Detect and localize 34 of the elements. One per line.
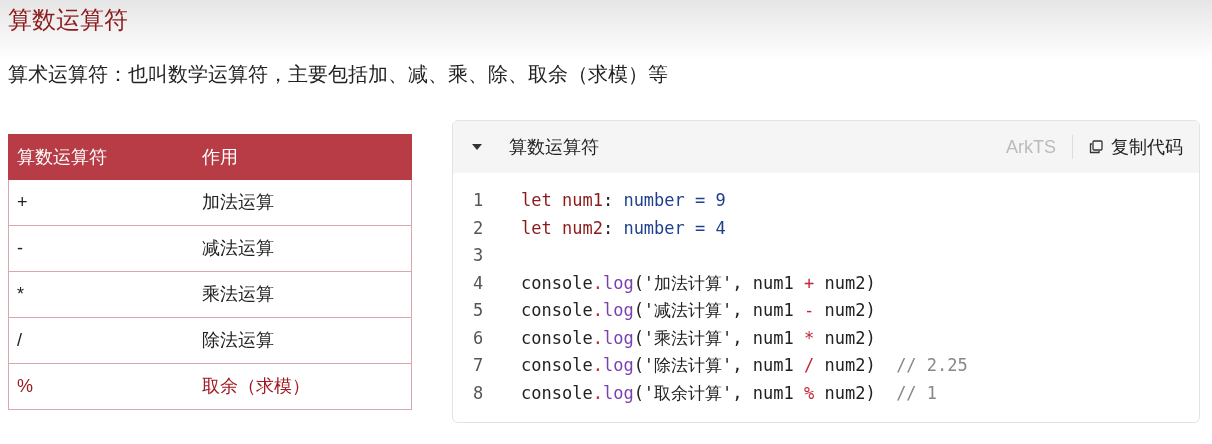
line-number: 5 bbox=[473, 299, 485, 322]
code-line: let num1: number = 9 bbox=[521, 189, 726, 212]
table-cell: % bbox=[8, 363, 194, 410]
table-cell: 加法运算 bbox=[193, 179, 412, 226]
code-line: console.log('乘法计算', num1 * num2) bbox=[521, 326, 876, 350]
line-number: 2 bbox=[473, 216, 485, 240]
line-number: 6 bbox=[473, 326, 485, 350]
copy-code-button[interactable]: 复制代码 bbox=[1089, 133, 1183, 161]
table-header-cell: 作用 bbox=[193, 134, 412, 180]
line-number: 1 bbox=[473, 189, 485, 212]
caret-icon bbox=[472, 144, 482, 150]
table-header-cell: 算数运算符 bbox=[8, 134, 194, 180]
page-title: 算数运算符 bbox=[8, 5, 128, 35]
table-cell: 除法运算 bbox=[193, 317, 412, 364]
table-cell: 减法运算 bbox=[193, 225, 412, 272]
code-line: console.log('减法计算', num1 - num2) bbox=[521, 299, 876, 322]
table-cell: * bbox=[8, 271, 194, 318]
description-text: 算术运算符：也叫数学运算符，主要包括加、减、乘、除、取余（求模）等 bbox=[7, 62, 669, 87]
code-line: console.log('加法计算', num1 + num2) bbox=[521, 271, 876, 295]
table-cell: 乘法运算 bbox=[193, 271, 412, 318]
table-cell: - bbox=[8, 225, 194, 272]
line-number: 8 bbox=[473, 381, 485, 405]
code-line: console.log('除法计算', num1 / num2) // 2.25 bbox=[521, 354, 968, 377]
table-cell: / bbox=[8, 317, 194, 364]
code-line: console.log('取余计算', num1 % num2) // 1 bbox=[521, 381, 938, 405]
table-cell: + bbox=[8, 179, 194, 226]
code-title: 算数运算符 bbox=[509, 135, 599, 159]
copy-icon bbox=[1089, 140, 1103, 154]
line-number: 3 bbox=[473, 244, 485, 267]
language-label: ArkTS bbox=[1006, 135, 1056, 159]
line-number: 4 bbox=[473, 271, 485, 295]
line-number: 7 bbox=[473, 354, 485, 377]
code-line: let num2: number = 4 bbox=[521, 216, 726, 240]
table-cell: 取余（求模） bbox=[193, 363, 412, 410]
